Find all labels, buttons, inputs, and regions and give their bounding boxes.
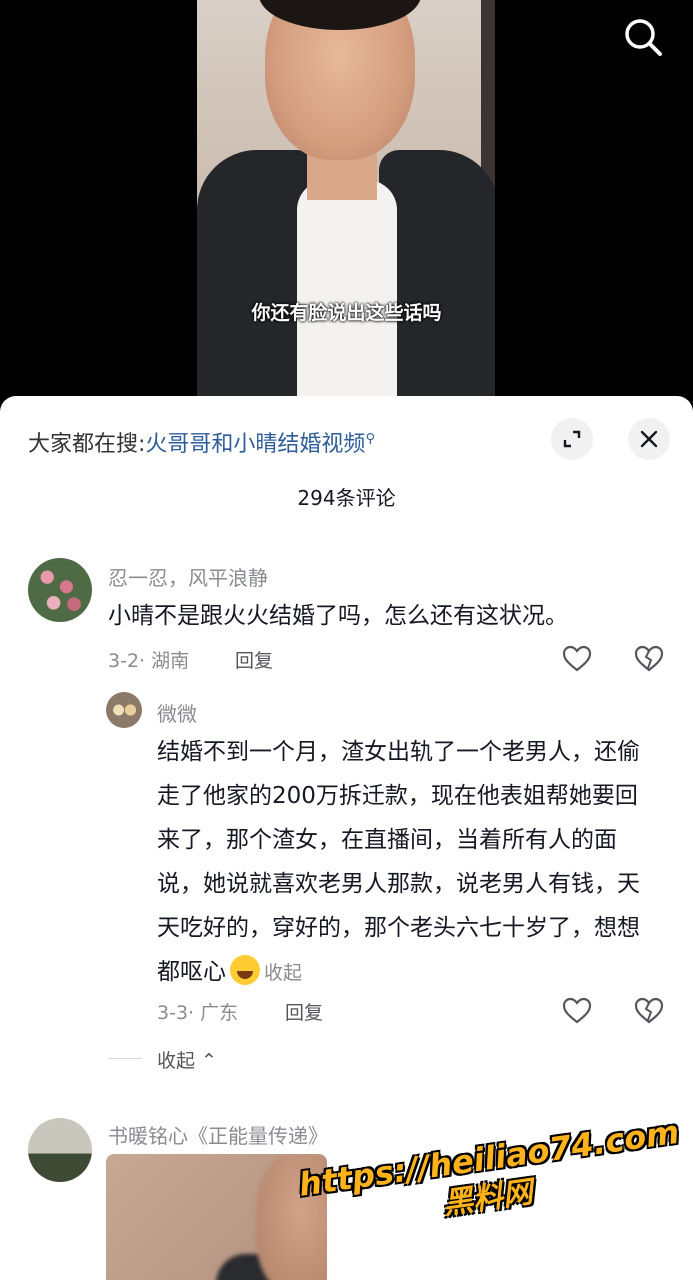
close-button[interactable] — [628, 418, 670, 460]
comment-author[interactable]: 忍一忍，风平浪静 — [108, 562, 268, 591]
like-button[interactable] — [562, 644, 592, 674]
search-small-icon: ⚲ — [365, 431, 375, 447]
avatar[interactable] — [28, 558, 92, 622]
heart-icon — [562, 645, 592, 672]
collapse-replies-button[interactable]: 收起 ⌃ — [157, 1046, 217, 1073]
search-button[interactable] — [620, 14, 666, 60]
search-icon — [625, 19, 662, 56]
comment-image[interactable] — [106, 1154, 327, 1280]
broken-heart-icon — [634, 645, 664, 672]
close-icon — [640, 430, 658, 448]
dislike-button[interactable] — [634, 644, 664, 674]
comment-author[interactable]: 微微 — [157, 698, 197, 727]
heart-icon — [562, 997, 592, 1024]
reply-button[interactable]: 回复 — [235, 646, 273, 673]
hot-search-term[interactable]: 火哥哥和小晴结婚视频 — [145, 432, 365, 457]
video-subtitle: 你还有脸说出这些话吗 — [251, 302, 442, 324]
like-button[interactable] — [562, 996, 592, 1026]
comment-author[interactable]: 书暖铭心《正能量传递》 — [108, 1120, 328, 1149]
expand-button[interactable] — [551, 418, 593, 460]
collapse-text-button[interactable]: 收起 — [264, 962, 302, 984]
expand-icon — [563, 430, 581, 448]
hot-search-bar[interactable]: 大家都在搜:火哥哥和小晴结婚视频⚲ — [28, 426, 375, 458]
comment-meta: 3-3· 广东 — [157, 1002, 239, 1024]
comment-count: 294条评论 — [297, 486, 396, 510]
avatar[interactable] — [28, 1118, 92, 1182]
video-player[interactable]: 你还有脸说出这些话吗 — [0, 0, 693, 420]
comment-meta: 3-2· 湖南 — [108, 650, 190, 672]
thread-divider — [108, 1058, 142, 1059]
video-frame — [197, 0, 495, 420]
reply-button[interactable]: 回复 — [285, 998, 323, 1025]
broken-heart-icon — [634, 997, 664, 1024]
dislike-button[interactable] — [634, 996, 664, 1026]
avatar[interactable] — [106, 692, 142, 728]
comment-body: 结婚不到一个月，渣女出轨了一个老男人，还偷走了他家的200万拆迁款，现在他表姐帮… — [157, 739, 640, 985]
hot-search-prefix: 大家都在搜: — [28, 432, 146, 457]
comment-text: 小晴不是跟火火结婚了吗，怎么还有这状况。 — [108, 603, 568, 629]
laughing-crying-emoji-icon — [230, 955, 260, 985]
comment-text: 结婚不到一个月，渣女出轨了一个老男人，还偷走了他家的200万拆迁款，现在他表姐帮… — [157, 730, 657, 995]
